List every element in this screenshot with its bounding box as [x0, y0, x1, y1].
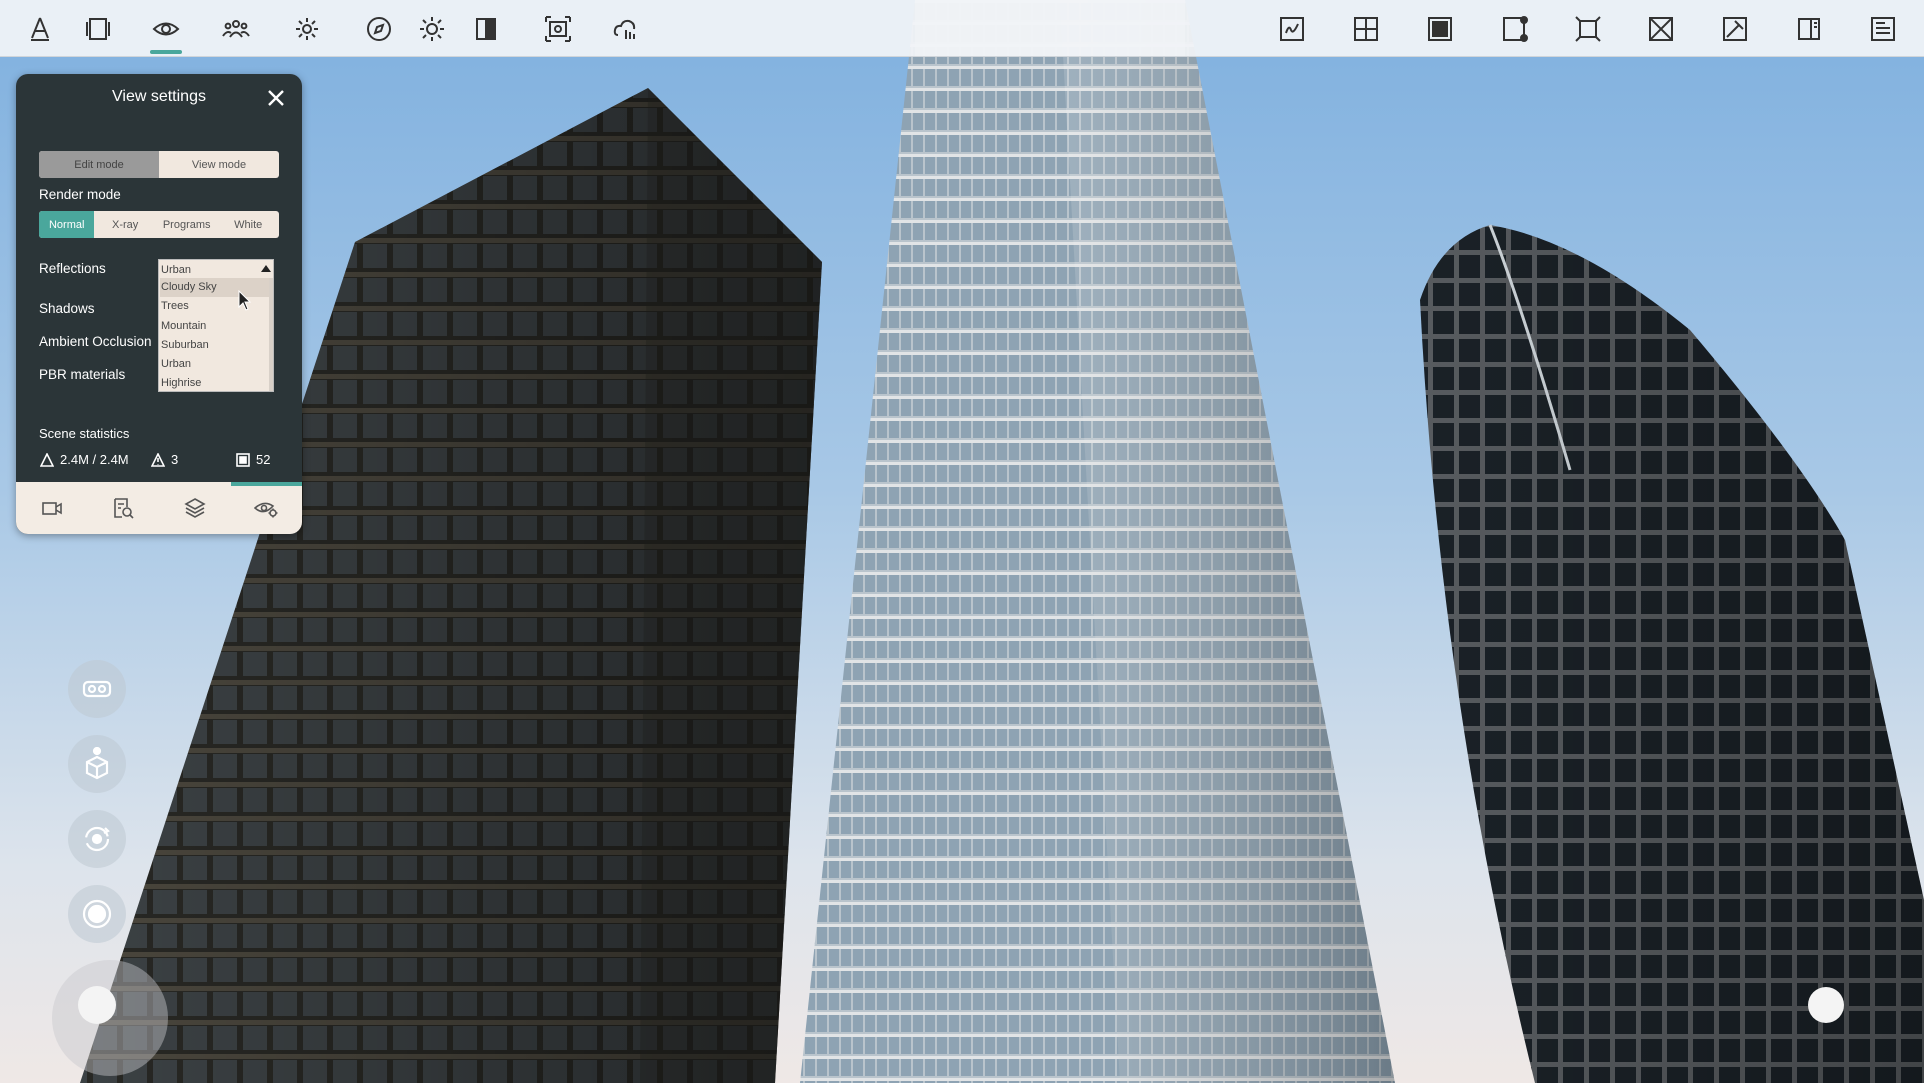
view-settings-panel: View settings Edit mode View mode Render…	[16, 74, 302, 534]
dropdown-scrollbar[interactable]	[269, 278, 273, 391]
record-icon	[82, 899, 112, 929]
triangle-count-stat: 2.4M / 2.4M	[40, 452, 129, 467]
sketch-icon[interactable]	[1269, 6, 1315, 52]
option-highrise[interactable]: Highrise	[160, 374, 272, 393]
tab-search-document[interactable]	[88, 482, 160, 534]
cross-box-icon[interactable]	[1638, 6, 1684, 52]
orbit-button[interactable]	[68, 810, 126, 868]
render-white-button[interactable]: White	[217, 211, 279, 238]
right-tower	[1420, 224, 1924, 1083]
ambient-occlusion-label: Ambient Occlusion	[39, 334, 152, 349]
warning-icon	[151, 452, 165, 467]
grid-plus-icon[interactable]	[1343, 6, 1389, 52]
solid-square-icon[interactable]	[1417, 6, 1463, 52]
render-programs-button[interactable]: Programs	[156, 211, 218, 238]
scene-statistics-title: Scene statistics	[39, 426, 130, 441]
record-button[interactable]	[68, 885, 126, 943]
center-tower	[800, 0, 1395, 1083]
render-normal-button[interactable]: Normal	[39, 211, 95, 238]
select-corner-icon[interactable]	[1492, 6, 1538, 52]
option-suburban[interactable]: Suburban	[160, 336, 272, 355]
option-mountain[interactable]: Mountain	[160, 317, 272, 336]
tab-video-camera[interactable]	[16, 482, 88, 534]
eye-settings-icon	[254, 502, 278, 518]
architecture-tool-icon[interactable]	[17, 6, 63, 52]
movement-joystick-knob[interactable]	[78, 986, 116, 1024]
option-trees[interactable]: Trees	[160, 297, 272, 316]
panel-tab-bar	[16, 482, 302, 534]
look-joystick-knob[interactable]	[1808, 987, 1844, 1023]
warning-count: 3	[171, 452, 179, 467]
option-cloudy-sky[interactable]: Cloudy Sky	[160, 278, 272, 298]
shadows-label: Shadows	[39, 301, 95, 316]
panel-title: View settings	[112, 88, 206, 105]
close-icon[interactable]	[264, 86, 288, 110]
object-icon	[236, 452, 250, 467]
split-view-icon[interactable]	[1786, 6, 1832, 52]
tab-layers[interactable]	[159, 482, 231, 534]
pin-icon[interactable]	[1712, 6, 1758, 52]
reflections-options-list: Cloudy Sky Trees Mountain Suburban Urban…	[160, 278, 272, 394]
vr-headset-button[interactable]	[68, 660, 126, 718]
edit-mode-button[interactable]: Edit mode	[39, 151, 159, 178]
fit-view-icon[interactable]	[1565, 6, 1611, 52]
document-list-icon[interactable]	[1860, 6, 1906, 52]
cloud-upload-icon[interactable]	[603, 6, 649, 52]
video-camera-icon	[41, 502, 62, 515]
view-mode-button[interactable]: View mode	[159, 151, 279, 178]
vr-headset-icon	[82, 680, 112, 698]
render-xray-button[interactable]: X-ray	[94, 211, 156, 238]
sun-icon[interactable]	[409, 6, 455, 52]
pbr-materials-label: PBR materials	[39, 367, 126, 382]
mouse-cursor-icon	[238, 290, 252, 311]
orbit-icon	[84, 826, 110, 852]
settings-gear-icon[interactable]	[284, 6, 330, 52]
tab-eye-settings[interactable]	[230, 482, 303, 534]
reflections-label: Reflections	[39, 261, 106, 276]
people-icon[interactable]	[213, 6, 259, 52]
mode-toggle: Edit mode View mode	[39, 151, 279, 178]
triangle-count: 2.4M / 2.4M	[60, 452, 129, 467]
mirror-icon[interactable]	[463, 6, 509, 52]
compass-icon[interactable]	[356, 6, 402, 52]
walk-mode-icon	[85, 747, 109, 780]
option-urban[interactable]: Urban	[160, 355, 272, 374]
walk-mode-button[interactable]	[68, 735, 126, 793]
render-mode-label: Render mode	[39, 187, 121, 202]
object-count: 52	[256, 452, 271, 467]
reflections-selected-value[interactable]: Urban	[161, 262, 271, 278]
warning-count-stat: 3	[151, 452, 178, 467]
dropdown-arrow-icon[interactable]	[261, 265, 271, 272]
screenshot-icon[interactable]	[535, 6, 581, 52]
eye-icon[interactable]	[143, 6, 189, 54]
object-count-stat: 52	[236, 452, 270, 467]
reflections-dropdown[interactable]: Urban Cloudy Sky Trees Mountain Suburban…	[158, 259, 274, 392]
top-toolbar	[0, 0, 1924, 57]
layers-icon	[184, 498, 206, 518]
render-mode-toggle: Normal X-ray Programs White	[39, 211, 279, 238]
triangle-icon	[40, 452, 54, 467]
panels-icon[interactable]	[75, 6, 121, 52]
search-document-icon	[114, 498, 134, 519]
